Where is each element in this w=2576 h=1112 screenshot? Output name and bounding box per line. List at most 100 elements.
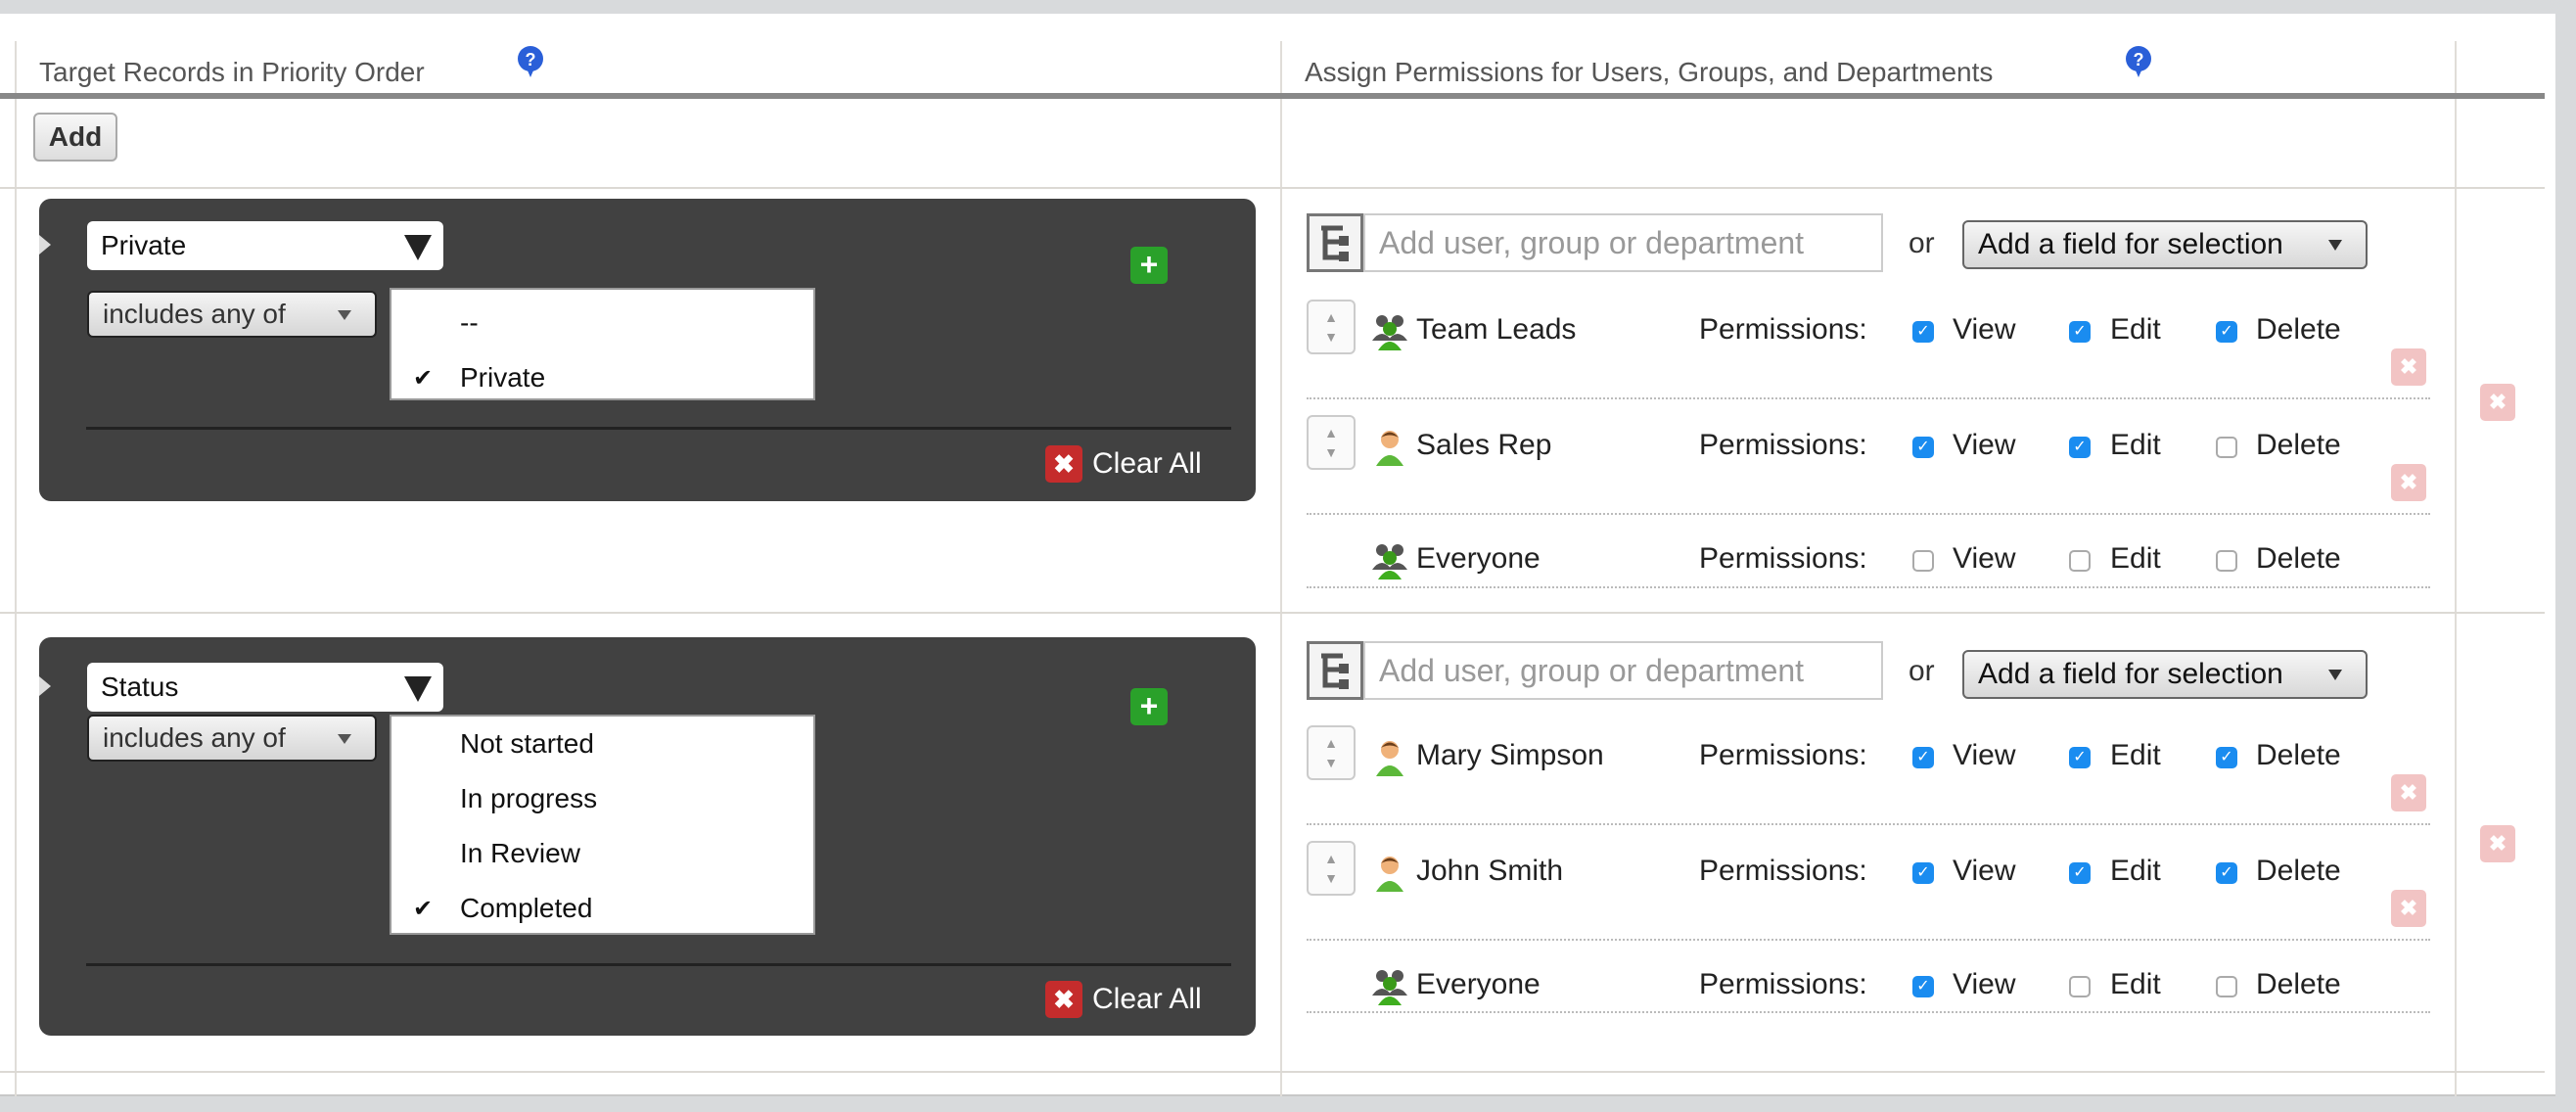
remove-rule-button[interactable]: ✖ (2480, 825, 2515, 862)
edit-label: Edit (2110, 855, 2161, 887)
divider (1307, 939, 2430, 941)
edit-label: Edit (2110, 313, 2161, 346)
add-field-select[interactable]: Add a field for selection (1962, 220, 2368, 269)
remove-entity-button[interactable]: ✖ (2391, 348, 2426, 386)
chevron-down-icon (404, 676, 432, 702)
reorder-stepper[interactable]: ▲ ▼ (1307, 841, 1356, 896)
field-select[interactable]: Status (87, 663, 443, 712)
view-label: View (1953, 968, 2016, 1000)
svg-text:?: ? (2134, 50, 2144, 70)
view-checkbox[interactable]: ✓ (1912, 437, 1934, 458)
view-checkbox[interactable]: ✓ (1912, 747, 1934, 768)
delete-checkbox[interactable] (2216, 437, 2237, 458)
field-select-value: Status (101, 672, 179, 702)
operator-select[interactable]: includes any of (87, 715, 377, 762)
divider (1307, 586, 2430, 588)
value-option[interactable]: Private (460, 362, 545, 394)
delete-label: Delete (2256, 855, 2341, 887)
close-icon: ✖ (1045, 445, 1082, 483)
or-label: or (1909, 227, 1935, 259)
assign-permissions-header: Assign Permissions for Users, Groups, an… (1305, 57, 1994, 87)
operator-select-value: includes any of (103, 299, 286, 329)
remove-entity-button[interactable]: ✖ (2391, 774, 2426, 811)
remove-entity-button[interactable]: ✖ (2391, 464, 2426, 501)
delete-label: Delete (2256, 313, 2341, 346)
view-checkbox[interactable] (1912, 550, 1934, 572)
drag-handle-icon[interactable] (39, 235, 51, 255)
reorder-stepper[interactable]: ▲ ▼ (1307, 415, 1356, 470)
value-options-list[interactable]: -- ✔ Private (390, 288, 815, 400)
org-tree-icon[interactable] (1307, 641, 1363, 700)
operator-select[interactable]: includes any of (87, 291, 377, 338)
add-condition-button[interactable]: + (1130, 247, 1168, 284)
help-icon[interactable]: ? (516, 45, 545, 78)
user-icon (1370, 853, 1409, 897)
field-select-value: Private (101, 230, 187, 260)
edit-checkbox[interactable] (2069, 976, 2091, 997)
divider (15, 41, 17, 1096)
checkmark-icon: ✔ (413, 896, 434, 922)
user-search-input[interactable]: Add user, group or department (1363, 641, 1883, 700)
divider (1307, 397, 2430, 399)
value-option[interactable]: Not started (460, 728, 594, 760)
help-icon[interactable]: ? (2124, 45, 2153, 78)
reorder-stepper[interactable]: ▲ ▼ (1307, 725, 1356, 780)
view-checkbox[interactable]: ✓ (1912, 976, 1934, 997)
value-option[interactable]: In progress (460, 783, 597, 814)
divider (2455, 188, 2457, 1096)
view-checkbox[interactable]: ✓ (1912, 862, 1934, 884)
view-checkbox[interactable]: ✓ (1912, 321, 1934, 343)
value-options-list[interactable]: Not started In progress In Review ✔ Complete… (390, 715, 815, 935)
edit-checkbox[interactable] (2069, 550, 2091, 572)
org-tree-icon[interactable] (1307, 213, 1363, 272)
entity-name: Everyone (1416, 968, 1541, 1000)
entity-name: Sales Rep (1416, 429, 1552, 461)
add-field-select-label: Add a field for selection (1978, 228, 2283, 260)
target-records-header: Target Records in Priority Order (39, 57, 425, 87)
delete-label: Delete (2256, 968, 2341, 1000)
view-label: View (1953, 855, 2016, 887)
edit-checkbox[interactable]: ✓ (2069, 747, 2091, 768)
clear-all-button[interactable]: ✖ Clear All (1045, 445, 1202, 483)
group-icon (1370, 540, 1409, 584)
user-icon (1370, 737, 1409, 781)
permissions-label: Permissions: (1699, 855, 1867, 887)
edit-checkbox[interactable]: ✓ (2069, 437, 2091, 458)
remove-rule-button[interactable]: ✖ (2480, 384, 2515, 421)
chevron-down-icon (338, 734, 351, 744)
delete-label: Delete (2256, 429, 2341, 461)
delete-checkbox[interactable]: ✓ (2216, 747, 2237, 768)
drag-handle-icon[interactable] (39, 676, 51, 696)
edit-checkbox[interactable]: ✓ (2069, 321, 2091, 343)
delete-label: Delete (2256, 739, 2341, 771)
add-button[interactable]: Add (33, 113, 117, 162)
delete-checkbox[interactable]: ✓ (2216, 862, 2237, 884)
divider (1280, 41, 1282, 1096)
add-field-select[interactable]: Add a field for selection (1962, 650, 2368, 699)
entity-name: Mary Simpson (1416, 739, 1604, 771)
user-icon (1370, 427, 1409, 471)
chevron-down-icon (404, 235, 432, 260)
field-select[interactable]: Private (87, 221, 443, 270)
permissions-label: Permissions: (1699, 739, 1867, 771)
add-condition-button[interactable]: + (1130, 688, 1168, 725)
value-option[interactable]: In Review (460, 838, 580, 869)
edit-checkbox[interactable]: ✓ (2069, 862, 2091, 884)
divider (0, 612, 2545, 614)
permissions-label: Permissions: (1699, 429, 1867, 461)
value-option[interactable]: Completed (460, 893, 592, 924)
edit-label: Edit (2110, 429, 2161, 461)
value-option[interactable]: -- (460, 307, 479, 339)
clear-all-button[interactable]: ✖ Clear All (1045, 981, 1202, 1018)
remove-entity-button[interactable]: ✖ (2391, 890, 2426, 927)
divider (86, 963, 1231, 966)
delete-checkbox[interactable] (2216, 550, 2237, 572)
delete-checkbox[interactable] (2216, 976, 2237, 997)
group-icon (1370, 311, 1409, 355)
delete-checkbox[interactable]: ✓ (2216, 321, 2237, 343)
user-search-input[interactable]: Add user, group or department (1363, 213, 1883, 272)
header-underline (0, 93, 2545, 99)
reorder-stepper[interactable]: ▲ ▼ (1307, 300, 1356, 354)
edit-label: Edit (2110, 968, 2161, 1000)
divider (2455, 41, 2457, 188)
